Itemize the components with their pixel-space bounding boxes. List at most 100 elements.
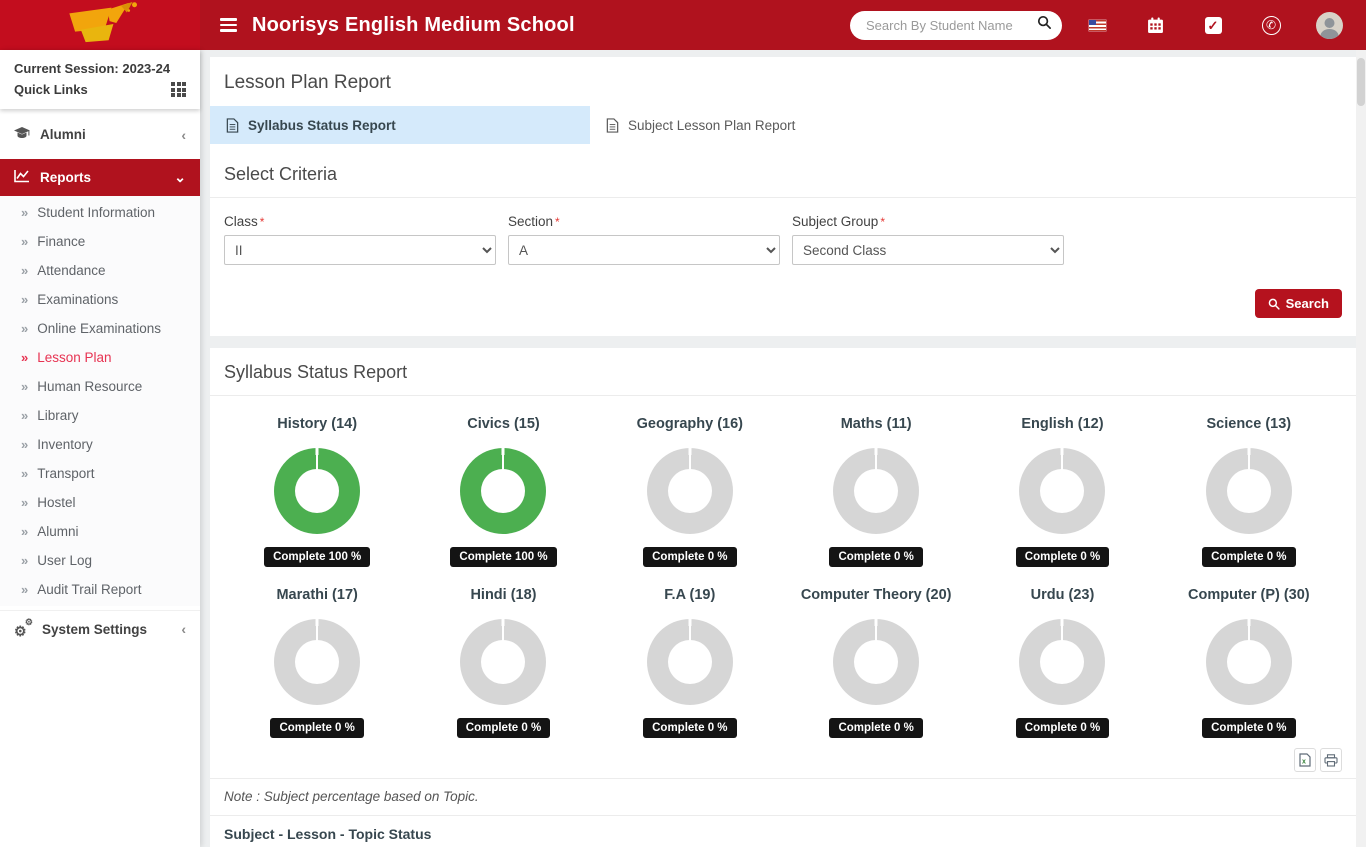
double-chevron-icon: » bbox=[21, 205, 28, 220]
subject-name: Marathi (17) bbox=[276, 587, 357, 603]
sidebar-item-transport[interactable]: »Transport bbox=[0, 459, 200, 488]
completion-donut-chart bbox=[1019, 619, 1105, 705]
student-search-input[interactable] bbox=[864, 17, 1037, 34]
subject-name: F.A (19) bbox=[664, 587, 715, 603]
sidebar-item-lesson-plan[interactable]: »Lesson Plan bbox=[0, 343, 200, 372]
sidebar-item-label: Alumni bbox=[40, 127, 86, 142]
subject-name: Computer (P) (30) bbox=[1188, 587, 1310, 603]
sidebar-item-label: Inventory bbox=[37, 437, 93, 452]
whatsapp-icon[interactable]: ✆ bbox=[1248, 15, 1294, 36]
subject-name: Science (13) bbox=[1207, 416, 1292, 432]
subject-name: Civics (15) bbox=[467, 416, 540, 432]
double-chevron-icon: » bbox=[21, 321, 28, 336]
sidebar-item-library[interactable]: » Library bbox=[0, 401, 200, 430]
user-avatar[interactable] bbox=[1306, 11, 1352, 40]
subject-cell: Computer Theory (20) Complete 0 % bbox=[783, 587, 969, 738]
sidebar-item-label: Student Information bbox=[37, 205, 155, 220]
complete-percent-badge: Complete 100 % bbox=[264, 547, 370, 567]
subject-group-select[interactable]: Second Class bbox=[792, 235, 1064, 265]
quick-links-grid-icon[interactable] bbox=[171, 82, 186, 97]
double-chevron-icon: » bbox=[21, 234, 28, 249]
task-check-icon[interactable]: ✓ bbox=[1190, 16, 1236, 35]
subject-cell: English (12)Complete 0 % bbox=[969, 416, 1155, 567]
subject-group-label: Subject Group bbox=[792, 214, 878, 229]
sidebar-item-label: Reports bbox=[40, 170, 91, 185]
subject-name: Urdu (23) bbox=[1031, 587, 1095, 603]
logo-icon bbox=[52, 0, 148, 51]
session-card: Current Session: 2023-24 Quick Links bbox=[0, 50, 200, 109]
complete-percent-badge: Complete 100 % bbox=[450, 547, 556, 567]
tab-syllabus-status-report[interactable]: Syllabus Status Report bbox=[210, 106, 590, 144]
subject-cell: History (14)Complete 100 % bbox=[224, 416, 410, 567]
complete-percent-badge: Complete 0 % bbox=[457, 718, 550, 738]
tab-subject-lesson-plan-report[interactable]: Subject Lesson Plan Report bbox=[590, 106, 970, 144]
sidebar-item-label: Human Resource bbox=[37, 379, 142, 394]
sidebar-item-finance[interactable]: »Finance bbox=[0, 227, 200, 256]
subject-cell: Urdu (23) Complete 0 % bbox=[969, 587, 1155, 738]
complete-percent-badge: Complete 0 % bbox=[829, 718, 922, 738]
completion-donut-chart bbox=[647, 448, 733, 534]
complete-percent-badge: Complete 0 % bbox=[1016, 718, 1109, 738]
sidebar-item-reports[interactable]: Reports ⌄ bbox=[0, 159, 200, 196]
complete-percent-badge: Complete 0 % bbox=[270, 718, 363, 738]
completion-donut-chart bbox=[274, 619, 360, 705]
search-icon[interactable] bbox=[1037, 15, 1052, 35]
search-icon bbox=[1268, 298, 1280, 310]
export-excel-button[interactable]: x bbox=[1294, 748, 1316, 772]
student-search bbox=[850, 11, 1062, 40]
double-chevron-icon: » bbox=[21, 495, 28, 510]
section-select[interactable]: A bbox=[508, 235, 780, 265]
calendar-icon[interactable] bbox=[1132, 16, 1178, 35]
class-field: Class* II bbox=[224, 214, 496, 265]
completion-donut-chart bbox=[647, 619, 733, 705]
sidebar-item-label: User Log bbox=[37, 553, 92, 568]
subject-cell: Geography (16)Complete 0 % bbox=[597, 416, 783, 567]
sidebar-item-label: Examinations bbox=[37, 292, 118, 307]
subject-name: Computer Theory (20) bbox=[801, 587, 952, 603]
double-chevron-icon: » bbox=[21, 582, 28, 597]
sidebar-item-system-settings[interactable]: ⚙⚙ System Settings ‹ bbox=[0, 610, 200, 647]
search-button-label: Search bbox=[1286, 296, 1329, 311]
sidebar-item-hostel[interactable]: » Hostel bbox=[0, 488, 200, 517]
sidebar-item-audit-trail-report[interactable]: » Audit Trail Report bbox=[0, 575, 200, 604]
required-asterisk: * bbox=[880, 215, 885, 229]
subject-cell: Computer (P) (30)Complete 0 % bbox=[1156, 587, 1342, 738]
sidebar-item-user-log[interactable]: »User Log bbox=[0, 546, 200, 575]
language-flag-icon[interactable] bbox=[1074, 19, 1120, 32]
avatar-image bbox=[1316, 12, 1343, 39]
current-session-label: Current Session: 2023-24 bbox=[14, 58, 186, 79]
hamburger-menu-icon[interactable] bbox=[220, 18, 240, 32]
sidebar-item-human-resource[interactable]: »Human Resource bbox=[0, 372, 200, 401]
subject-cell: Marathi (17) Complete 0 % bbox=[224, 587, 410, 738]
sidebar-item-label: Hostel bbox=[37, 495, 75, 510]
sidebar-item-online-examinations[interactable]: »Online Examinations bbox=[0, 314, 200, 343]
complete-percent-badge: Complete 0 % bbox=[829, 547, 922, 567]
complete-percent-badge: Complete 0 % bbox=[643, 718, 736, 738]
chevron-left-icon: ‹ bbox=[181, 621, 186, 637]
sidebar-item-student-information[interactable]: » Student Information bbox=[0, 198, 200, 227]
sidebar-item-inventory[interactable]: » Inventory bbox=[0, 430, 200, 459]
double-chevron-icon: » bbox=[21, 408, 28, 423]
sidebar-item-attendance[interactable]: »Attendance bbox=[0, 256, 200, 285]
sidebar-item-alumni[interactable]: »Alumni bbox=[0, 517, 200, 546]
double-chevron-icon: » bbox=[21, 466, 28, 481]
class-select[interactable]: II bbox=[224, 235, 496, 265]
sidebar-item-label: Audit Trail Report bbox=[37, 582, 141, 597]
required-asterisk: * bbox=[260, 215, 265, 229]
sidebar-item-label: Library bbox=[37, 408, 78, 423]
app-header: Noorisys English Medium School ✓ ✆ bbox=[0, 0, 1366, 50]
double-chevron-icon: » bbox=[21, 524, 28, 539]
completion-donut-chart bbox=[460, 619, 546, 705]
sidebar-item-alumni[interactable]: Alumni ‹ bbox=[0, 116, 200, 153]
double-chevron-icon: » bbox=[21, 437, 28, 452]
school-logo[interactable] bbox=[0, 0, 200, 50]
chart-line-icon bbox=[14, 169, 30, 186]
app-title: Noorisys English Medium School bbox=[252, 14, 575, 37]
sidebar-item-examinations[interactable]: »Examinations bbox=[0, 285, 200, 314]
lesson-plan-card: Lesson Plan Report Syllabus Status Repor… bbox=[210, 57, 1356, 336]
page-title: Lesson Plan Report bbox=[210, 57, 1356, 106]
scrollbar-thumb[interactable] bbox=[1357, 58, 1365, 106]
search-button[interactable]: Search bbox=[1255, 289, 1342, 318]
print-button[interactable] bbox=[1320, 748, 1342, 772]
completion-donut-chart bbox=[1206, 619, 1292, 705]
